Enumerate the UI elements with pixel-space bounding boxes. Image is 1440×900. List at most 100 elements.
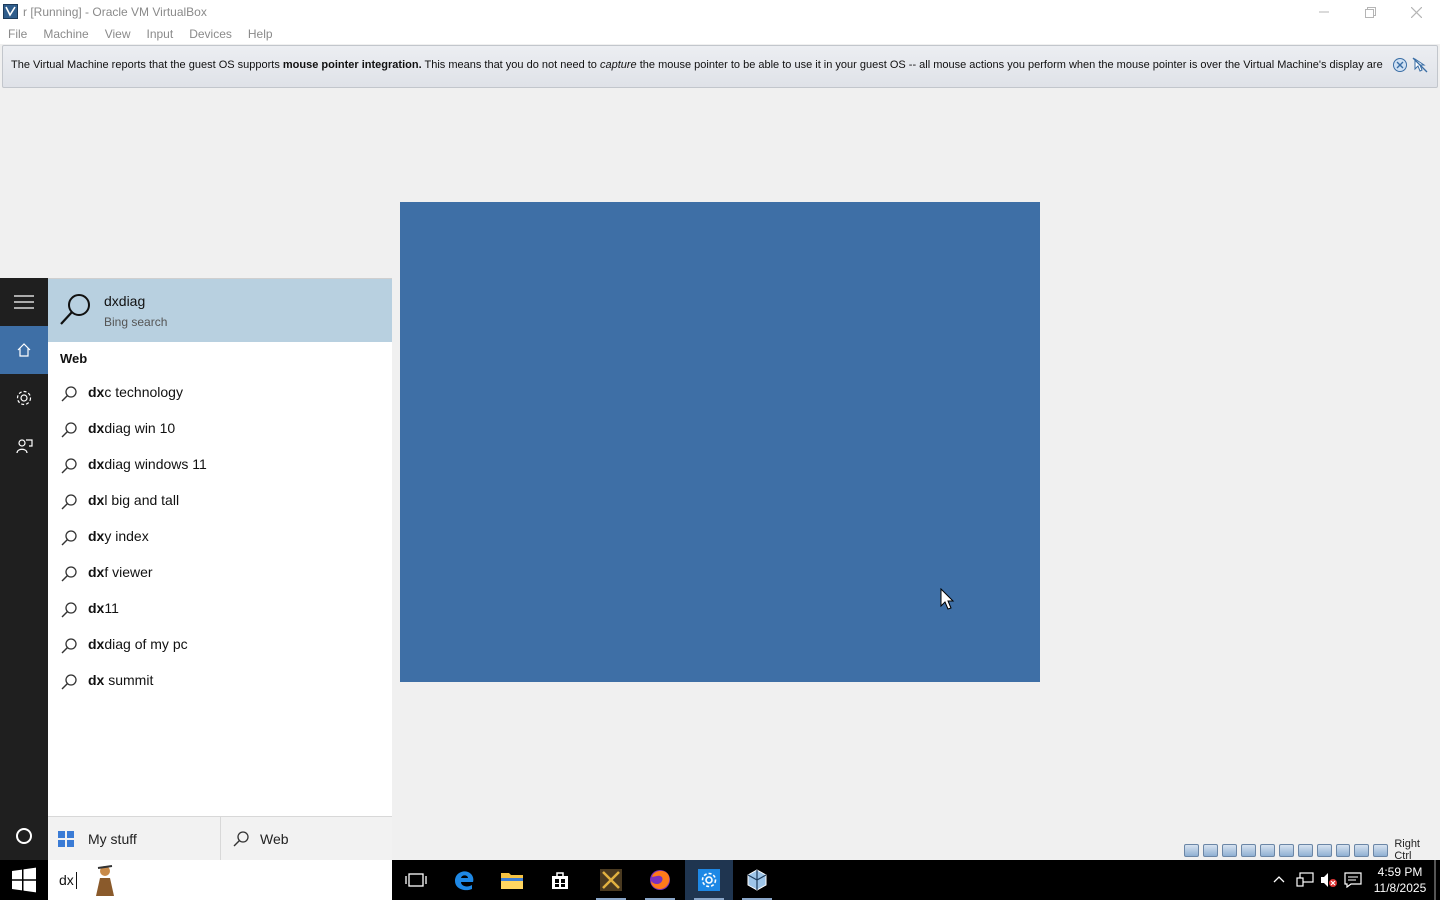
optical-drive-icon[interactable]	[1202, 843, 1218, 857]
title-bar: r [Running] - Oracle VM VirtualBox	[0, 0, 1440, 24]
web-suggestion[interactable]: dxdiag windows 11	[48, 447, 392, 483]
suggestion-text: dxdiag windows 11	[88, 456, 207, 472]
audio-icon[interactable]	[1221, 843, 1237, 857]
scope-web-button[interactable]: Web	[232, 817, 382, 861]
menu-devices[interactable]: Devices	[189, 24, 232, 44]
web-suggestion[interactable]: dxc technology	[48, 375, 392, 411]
usb-icon[interactable]	[1259, 843, 1275, 857]
suggestion-text: dxc technology	[88, 384, 183, 400]
chevron-up-icon[interactable]	[1272, 873, 1286, 887]
vm-status-bar: Right Ctrl	[1184, 838, 1440, 862]
hamburger-button[interactable]	[0, 278, 48, 326]
taskbar-settings[interactable]	[685, 860, 733, 900]
home-button[interactable]	[0, 326, 48, 374]
auto-confirm-icon[interactable]	[1392, 57, 1408, 73]
hard-disk-icon[interactable]	[1184, 843, 1199, 857]
web-suggestion[interactable]: dxf viewer	[48, 555, 392, 591]
show-desktop-button[interactable]	[1434, 860, 1436, 900]
web-suggestion[interactable]: dx summit	[48, 663, 392, 699]
settings-button[interactable]	[0, 374, 48, 422]
search-scope-bar: My stuff Web	[48, 816, 392, 861]
keyboard-capture-icon[interactable]	[1373, 843, 1389, 857]
web-suggestion[interactable]: dxdiag of my pc	[48, 627, 392, 663]
task-view-button[interactable]	[392, 860, 440, 900]
taskbar-store[interactable]	[536, 860, 584, 900]
store-icon	[552, 872, 568, 889]
menu-file[interactable]: File	[8, 24, 27, 44]
firefox-icon	[650, 870, 670, 890]
search-icon	[233, 831, 249, 847]
top-result-title: dxdiag	[104, 293, 146, 309]
task-view-icon	[405, 873, 427, 887]
suggestion-text: dxdiag win 10	[88, 420, 176, 436]
web-suggestion[interactable]: dxdiag win 10	[48, 411, 392, 447]
taskbar: dx 4:59 PM 11/8/2025	[0, 860, 1440, 900]
display-icon[interactable]	[1297, 843, 1313, 857]
network-icon[interactable]	[1240, 843, 1256, 857]
windows-logo-icon	[12, 867, 36, 893]
close-button[interactable]	[1393, 0, 1439, 24]
restore-icon	[1364, 6, 1376, 18]
start-button[interactable]	[0, 860, 48, 900]
taskbar-firefox[interactable]	[636, 860, 684, 900]
feedback-button[interactable]	[0, 422, 48, 470]
cpu-icon[interactable]	[1335, 843, 1351, 857]
settings-app-icon	[698, 869, 720, 891]
recording-icon[interactable]	[1316, 843, 1332, 857]
suggestion-text: dx11	[88, 600, 119, 616]
taskbar-search-box[interactable]: dx	[48, 860, 392, 900]
cortana-avatar-icon[interactable]	[90, 862, 120, 898]
mouse-integration-off-icon[interactable]	[1412, 57, 1428, 73]
suggestion-text: dxy index	[88, 528, 149, 544]
search-icon	[61, 674, 77, 690]
edge-icon	[455, 871, 474, 891]
search-icon	[61, 602, 77, 618]
menu-view[interactable]: View	[105, 24, 131, 44]
home-icon	[17, 343, 31, 357]
web-suggestion[interactable]: dxl big and tall	[48, 483, 392, 519]
scope-divider	[220, 817, 221, 861]
action-center-icon[interactable]	[1344, 872, 1362, 888]
search-icon	[61, 458, 77, 474]
virtualbox-icon	[3, 4, 18, 19]
top-result[interactable]: dxdiag Bing search	[48, 279, 392, 342]
suggestion-text: dx summit	[88, 672, 154, 688]
cortana-circle-icon	[16, 828, 32, 844]
shared-folders-icon[interactable]	[1278, 843, 1294, 857]
clock-time: 4:59 PM	[1377, 865, 1423, 879]
search-icon	[61, 566, 77, 582]
scope-my-stuff-button[interactable]: My stuff	[58, 817, 218, 861]
search-icon	[61, 494, 77, 510]
search-icon	[60, 294, 90, 325]
restore-button[interactable]	[1347, 0, 1393, 24]
search-query-text: dx	[59, 872, 74, 888]
menu-input[interactable]: Input	[147, 24, 174, 44]
network-tray-icon[interactable]	[1296, 872, 1314, 888]
folder-icon	[501, 873, 523, 889]
clock-date: 11/8/2025	[1373, 881, 1427, 895]
volume-muted-icon[interactable]	[1320, 872, 1338, 888]
mouse-integration-notice: The Virtual Machine reports that the gue…	[2, 45, 1438, 88]
menu-help[interactable]: Help	[248, 24, 273, 44]
guest-display[interactable]	[400, 202, 1040, 682]
start-menu-rail	[0, 278, 48, 860]
notice-message: The Virtual Machine reports that the gue…	[11, 59, 1383, 71]
search-results-panel: dxdiag Bing search Web dxc technology dx…	[48, 278, 392, 816]
clock[interactable]: 4:59 PM 11/8/2025	[1370, 864, 1430, 896]
web-suggestion[interactable]: dx11	[48, 591, 392, 627]
top-result-subtitle: Bing search	[104, 315, 168, 329]
taskbar-file-explorer[interactable]	[488, 860, 536, 900]
menu-machine[interactable]: Machine	[43, 24, 88, 44]
virtualbox-icon	[747, 869, 767, 891]
minimize-button[interactable]	[1301, 0, 1347, 24]
taskbar-game-app[interactable]	[587, 860, 635, 900]
host-key-label: Right Ctrl	[1394, 838, 1420, 862]
taskbar-virtualbox[interactable]	[733, 860, 781, 900]
mouse-integration-icon[interactable]	[1354, 843, 1370, 857]
taskbar-edge[interactable]	[440, 860, 488, 900]
web-suggestion[interactable]: dxy index	[48, 519, 392, 555]
feedback-icon	[16, 439, 33, 454]
cortana-button[interactable]	[0, 812, 48, 860]
minimize-icon	[1319, 11, 1329, 13]
suggestion-text: dxdiag of my pc	[88, 636, 188, 652]
